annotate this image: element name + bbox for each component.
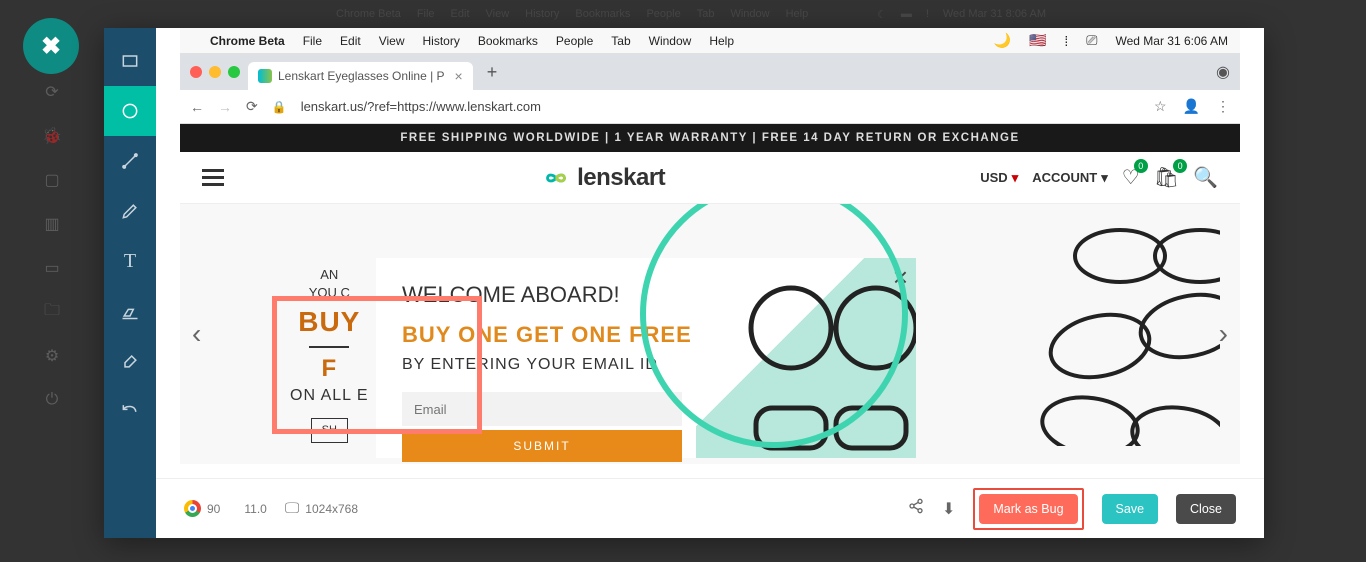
settings-icon[interactable]: ⚙: [42, 346, 62, 366]
flag-us-icon: 🇺🇸: [1029, 32, 1046, 49]
mark-as-bug-highlight: Mark as Bug: [973, 488, 1083, 530]
carousel-next-icon[interactable]: ›: [1219, 318, 1228, 350]
forward-button[interactable]: →: [218, 99, 232, 115]
chrome-icon: [184, 500, 201, 517]
tab-title: Lenskart Eyeglasses Online | P: [278, 69, 445, 83]
os-info: 11.0: [238, 502, 266, 516]
window-controls[interactable]: [190, 66, 240, 78]
display-icon[interactable]: ▭: [42, 258, 62, 278]
bug-icon[interactable]: 🐞: [42, 126, 62, 146]
mock-menubar: Chrome Beta File Edit View History Bookm…: [180, 28, 1240, 54]
close-editor-button[interactable]: ✖: [23, 18, 79, 74]
mark-as-bug-button[interactable]: Mark as Bug: [979, 494, 1077, 524]
submit-button[interactable]: SUBMIT: [402, 430, 682, 462]
close-tab-icon[interactable]: ×: [455, 68, 463, 84]
flag-icon: ▬: [901, 8, 912, 20]
account-menu[interactable]: ACCOUNT▾: [1032, 170, 1108, 186]
carousel-prev-icon[interactable]: ‹: [192, 318, 201, 350]
moon-icon: ☾: [877, 8, 887, 21]
control-icon: ⎚: [1086, 32, 1097, 49]
tool-highlight[interactable]: [104, 286, 156, 336]
hero-carousel: ‹ › AN YOU C BUY F ON ALL E SH: [180, 204, 1240, 464]
promo-banner: FREE SHIPPING WORLDWIDE | 1 YEAR WARRANT…: [180, 124, 1240, 152]
incognito-icon: ◉: [1216, 62, 1230, 82]
profile-icon[interactable]: 👤: [1183, 98, 1200, 115]
browser-info: 90: [184, 500, 220, 517]
browser-urlbar: ← → ⟳ 🔒 lenskart.us/?ref=https://www.len…: [180, 90, 1240, 124]
favicon-icon: [258, 69, 272, 83]
lock-icon: 🔒: [272, 100, 287, 114]
hamburger-menu-icon[interactable]: [202, 169, 224, 186]
chevron-down-icon: ▾: [1101, 170, 1108, 186]
switch-icon[interactable]: ⟳: [42, 82, 62, 102]
browser-tabstrip: Lenskart Eyeglasses Online | P × + ◉: [180, 54, 1240, 90]
share-icon[interactable]: [908, 498, 924, 519]
bg-browser-name: Chrome Beta: [336, 8, 401, 20]
store-logo[interactable]: lenskart: [238, 164, 966, 192]
screenshot-canvas[interactable]: Chrome Beta File Edit View History Bookm…: [180, 28, 1240, 478]
tool-pencil[interactable]: [104, 186, 156, 236]
screenshot-editor: T Chrome Beta File Edit View History Boo…: [104, 28, 1264, 538]
chevron-down-icon: ▾: [1012, 170, 1019, 186]
bg-clock: Wed Mar 31 8:06 AM: [943, 8, 1046, 20]
power-icon[interactable]: ⏻: [42, 390, 62, 410]
tool-text[interactable]: T: [104, 236, 156, 286]
tool-ellipse[interactable]: [104, 86, 156, 136]
new-tab-button[interactable]: +: [487, 62, 498, 83]
tool-undo[interactable]: [104, 386, 156, 436]
minimize-window-icon[interactable]: [209, 66, 221, 78]
resolution-info: 🖵 1024x768: [285, 500, 358, 517]
tool-eraser[interactable]: [104, 336, 156, 386]
logo-infinity-icon: [539, 169, 573, 187]
store-header: lenskart USD▾ ACCOUNT▾ ♡0 🛍0 🔍: [180, 152, 1240, 204]
clipboard-icon[interactable]: ▥: [42, 214, 62, 234]
moon-icon: 🌙: [994, 32, 1011, 49]
session-sidebar: ⟳ 🐞 ▢ ▥ ▭ 🗀 ⚙ ⏻: [38, 82, 66, 410]
editor-footer: 90 11.0 🖵 1024x768 ⬇ Mark as Bug Save Cl…: [156, 478, 1264, 538]
close-button[interactable]: Close: [1176, 494, 1236, 524]
glasses-illustration: [940, 216, 1220, 446]
status-icon: ⁞: [1064, 33, 1068, 49]
maximize-window-icon[interactable]: [228, 66, 240, 78]
mock-clock: Wed Mar 31 6:06 AM: [1116, 34, 1229, 48]
cart-icon[interactable]: 🛍0: [1154, 165, 1179, 190]
reload-button[interactable]: ⟳: [246, 98, 258, 115]
menu-kebab-icon[interactable]: ⋮: [1216, 98, 1230, 115]
annotation-toolbar: T: [104, 28, 156, 538]
search-icon[interactable]: 🔍: [1193, 165, 1218, 190]
url-text[interactable]: lenskart.us/?ref=https://www.lenskart.co…: [301, 99, 541, 114]
browser-tab[interactable]: Lenskart Eyeglasses Online | P ×: [248, 62, 473, 90]
currency-selector[interactable]: USD▾: [980, 170, 1018, 186]
tool-line[interactable]: [104, 136, 156, 186]
display-icon: 🖵: [285, 500, 299, 517]
clock-icon: !: [926, 8, 929, 20]
back-button[interactable]: ←: [190, 99, 204, 115]
background-menubar: Chrome Beta File Edit View History Bookm…: [320, 4, 1046, 24]
star-icon[interactable]: ☆: [1154, 98, 1167, 115]
wishlist-icon[interactable]: ♡0: [1122, 165, 1140, 190]
mock-browser-name: Chrome Beta: [210, 34, 285, 48]
close-window-icon[interactable]: [190, 66, 202, 78]
download-icon[interactable]: ⬇: [942, 499, 955, 519]
video-icon[interactable]: ▢: [42, 170, 62, 190]
logo-text: lenskart: [577, 164, 665, 192]
annotation-rectangle[interactable]: [272, 296, 482, 434]
save-button[interactable]: Save: [1102, 494, 1159, 524]
folder-icon[interactable]: 🗀: [42, 302, 62, 322]
tool-rectangle[interactable]: [104, 36, 156, 86]
